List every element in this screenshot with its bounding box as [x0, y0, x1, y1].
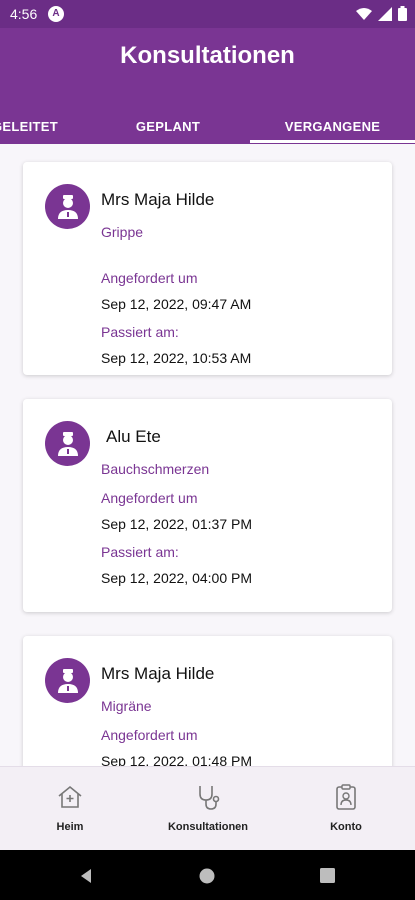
consultation-list[interactable]: Mrs Maja Hilde Grippe Angefordert um Sep…: [0, 144, 415, 766]
system-navigation-bar: [0, 850, 415, 900]
nav-label-heim: Heim: [56, 821, 84, 833]
nav-item-konto[interactable]: Konto: [306, 767, 386, 851]
requested-label: Angefordert um: [101, 270, 198, 286]
doctor-icon: [57, 668, 78, 693]
bottom-navigation: Heim Konsultationen Konto: [0, 766, 415, 851]
tab-vergangene[interactable]: VERGANGENE: [250, 108, 415, 144]
signal-icon: [378, 6, 392, 21]
requested-datetime: Sep 12, 2022, 09:47 AM: [101, 296, 252, 312]
happened-label: Passiert am:: [101, 544, 179, 560]
happened-datetime: Sep 12, 2022, 10:53 AM: [101, 350, 252, 366]
app-notification-icon: A: [48, 6, 64, 22]
doctor-avatar: [45, 184, 90, 229]
requested-datetime: Sep 12, 2022, 01:37 PM: [101, 516, 252, 532]
doctor-avatar: [45, 658, 90, 703]
status-bar: 4:56 A: [0, 0, 415, 28]
tab-geleitet[interactable]: GELEITET: [0, 108, 70, 144]
active-tab-indicator: [250, 140, 415, 143]
requested-label: Angefordert um: [101, 490, 198, 506]
nav-item-konsultationen[interactable]: Konsultationen: [148, 767, 268, 851]
battery-icon: [398, 6, 407, 21]
doctor-name: Alu Ete: [106, 427, 161, 446]
doctor-icon: [57, 431, 78, 456]
page-title: Konsultationen: [120, 42, 295, 69]
doctor-name: Mrs Maja Hilde: [101, 190, 215, 209]
home-icon: [58, 785, 82, 808]
consultation-reason: Migräne: [101, 698, 152, 714]
nav-label-konto: Konto: [330, 821, 362, 833]
app-header: Konsultationen GELEITET GEPLANT VERGANGE…: [0, 28, 415, 144]
tab-geplant[interactable]: GEPLANT: [118, 108, 218, 144]
status-time: 4:56: [10, 6, 38, 22]
requested-datetime: Sep 12, 2022, 01:48 PM: [101, 753, 252, 766]
consultation-card[interactable]: Mrs Maja Hilde Migräne Angefordert um Se…: [23, 636, 392, 766]
doctor-avatar: [45, 421, 90, 466]
stethoscope-icon: [199, 786, 220, 810]
happened-datetime: Sep 12, 2022, 04:00 PM: [101, 570, 252, 586]
nav-item-heim[interactable]: Heim: [30, 767, 110, 851]
home-button-icon[interactable]: [199, 868, 215, 884]
doctor-icon: [57, 194, 78, 219]
consultation-card[interactable]: Mrs Maja Hilde Grippe Angefordert um Sep…: [23, 162, 392, 375]
system-icons: [356, 6, 407, 21]
recents-icon[interactable]: [320, 868, 335, 883]
happened-label: Passiert am:: [101, 324, 179, 340]
tab-bar: GELEITET GEPLANT VERGANGENE: [0, 108, 415, 144]
consultation-card[interactable]: Alu Ete Bauchschmerzen Angefordert um Se…: [23, 399, 392, 612]
consultation-reason: Grippe: [101, 224, 144, 240]
requested-label: Angefordert um: [101, 727, 198, 743]
consultation-reason: Bauchschmerzen: [101, 461, 210, 477]
back-icon[interactable]: [78, 868, 94, 884]
account-clipboard-icon: [336, 784, 356, 810]
nav-label-konsultationen: Konsultationen: [167, 821, 249, 833]
doctor-name: Mrs Maja Hilde: [101, 664, 215, 683]
wifi-icon: [356, 7, 372, 20]
